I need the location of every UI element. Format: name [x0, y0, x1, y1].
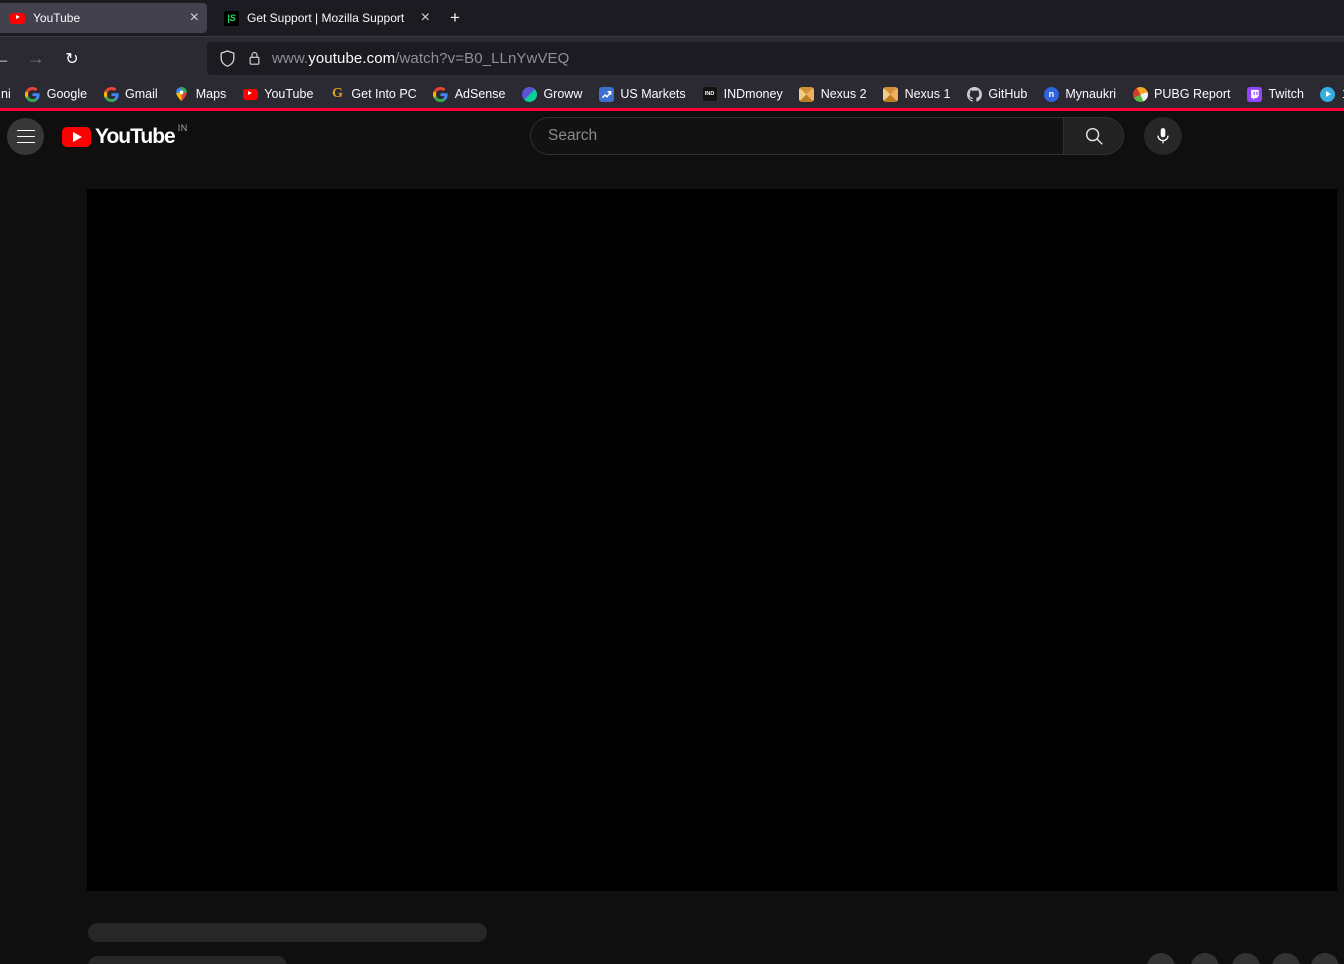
skeleton-action-dot — [1232, 953, 1260, 964]
github-octocat-icon — [966, 86, 982, 102]
bookmark-label: Nexus 2 — [820, 87, 867, 101]
bookmark-label: GitHub — [988, 87, 1028, 101]
bookmark-label: US Markets — [620, 87, 686, 101]
bookmark-label: Google — [46, 87, 88, 101]
tab-mozilla-support[interactable]: |S Get Support | Mozilla Support × — [212, 3, 438, 33]
tab-title: YouTube — [33, 11, 81, 25]
microphone-icon — [1153, 126, 1173, 146]
url-text: www.youtube.com/watch?v=B0_LLnYwVEQ — [272, 50, 569, 67]
url-bar[interactable]: www.youtube.com/watch?v=B0_LLnYwVEQ — [207, 42, 1344, 75]
bookmark-label: Gmail — [125, 87, 158, 101]
bookmark-item-mynaukri[interactable]: n Mynaukri — [1035, 82, 1124, 106]
bookmark-label: Nexus 1 — [904, 87, 951, 101]
adsense-icon — [433, 86, 449, 102]
pinwheel-icon — [799, 86, 815, 102]
play-circle-icon — [1320, 86, 1336, 102]
bookmark-item-1tamilmv[interactable]: 1TamilMV — [1312, 82, 1344, 106]
close-icon[interactable]: × — [421, 10, 430, 26]
bookmark-label: PUBG Report — [1154, 87, 1231, 101]
bookmark-item-gmail[interactable]: Gmail — [95, 82, 166, 106]
bookmark-item-nexus-2[interactable]: Nexus 2 — [791, 82, 875, 106]
youtube-logo[interactable]: YouTube IN — [62, 123, 188, 150]
search-input[interactable] — [530, 117, 1064, 155]
twitch-glitch-icon — [1246, 86, 1262, 102]
back-button[interactable]: ← — [0, 37, 18, 80]
chart-arrow-icon — [598, 86, 614, 102]
bookmark-item-groww[interactable]: Groww — [513, 82, 590, 106]
maps-pin-icon — [174, 86, 190, 102]
guide-menu-button[interactable] — [7, 118, 44, 155]
bookmark-item-us-markets[interactable]: US Markets — [590, 82, 693, 106]
google-g-icon — [25, 86, 41, 102]
lock-icon[interactable] — [247, 50, 262, 67]
browser-window: YouTube × |S Get Support | Mozilla Suppo… — [0, 0, 1344, 964]
new-tab-button[interactable]: + — [444, 7, 466, 29]
bookmark-label: AdSense — [454, 87, 506, 101]
tab-bar: YouTube × |S Get Support | Mozilla Suppo… — [0, 0, 1344, 36]
bookmark-label: INDmoney — [723, 87, 783, 101]
search-form — [530, 117, 1124, 155]
hamburger-icon — [16, 129, 35, 132]
hamburger-icon — [16, 141, 35, 144]
url-path: /watch?v=B0_LLnYwVEQ — [395, 50, 570, 67]
video-player[interactable] — [87, 189, 1337, 891]
bookmark-item-clipped[interactable]: ni — [0, 82, 17, 106]
skeleton-action-dot — [1311, 953, 1339, 964]
skeleton-action-dot — [1272, 953, 1300, 964]
url-www: www. — [272, 50, 309, 67]
youtube-play-icon — [242, 86, 258, 102]
indmoney-icon: IND — [701, 86, 718, 102]
naukri-icon: n — [1043, 86, 1059, 102]
bookmark-item-indmoney[interactable]: IND INDmoney — [694, 82, 791, 106]
tab-title: Get Support | Mozilla Support — [247, 11, 405, 25]
pubg-icon — [1132, 86, 1148, 102]
bookmark-item-github[interactable]: GitHub — [958, 82, 1035, 106]
youtube-play-badge-icon — [62, 127, 91, 147]
search-button[interactable] — [1064, 117, 1124, 155]
skeleton-channel-placeholder — [88, 956, 287, 964]
search-icon — [1083, 125, 1105, 147]
youtube-wordmark: YouTube — [95, 125, 176, 148]
bookmark-item-pubg-report[interactable]: PUBG Report — [1124, 82, 1238, 106]
hamburger-icon — [16, 135, 35, 138]
close-icon[interactable]: × — [190, 10, 199, 26]
skeleton-action-dot — [1147, 953, 1175, 964]
bookmark-item-google[interactable]: Google — [17, 82, 95, 106]
pinwheel-icon — [883, 86, 899, 102]
page-loading-progress-bar — [0, 108, 1344, 111]
bookmarks-bar: ni Google Gmail Maps YouTube G Get Into … — [0, 80, 1344, 108]
mozilla-support-favicon-icon: |S — [224, 10, 239, 26]
skeleton-action-dot — [1191, 953, 1219, 964]
bookmark-item-youtube[interactable]: YouTube — [234, 82, 321, 106]
url-domain: youtube.com — [308, 50, 396, 67]
tracking-shield-icon[interactable] — [218, 49, 237, 68]
bookmark-item-adsense[interactable]: AdSense — [425, 82, 514, 106]
bookmark-item-get-into-pc[interactable]: G Get Into PC — [321, 82, 424, 106]
skeleton-title-placeholder — [88, 923, 487, 942]
bookmark-label: ni — [1, 87, 11, 101]
bookmark-label: Get Into PC — [351, 87, 417, 101]
bookmark-label: Mynaukri — [1065, 87, 1117, 101]
bookmark-item-maps[interactable]: Maps — [166, 82, 235, 106]
bookmark-item-twitch[interactable]: Twitch — [1238, 82, 1311, 106]
voice-search-button[interactable] — [1144, 117, 1182, 155]
region-badge: IN — [177, 123, 188, 133]
bookmark-label: Maps — [195, 87, 227, 101]
bookmark-label: YouTube — [264, 87, 314, 101]
gold-g-icon: G — [331, 86, 343, 101]
tab-youtube[interactable]: YouTube × — [0, 3, 207, 33]
groww-icon — [521, 86, 537, 102]
bookmark-item-nexus-1[interactable]: Nexus 1 — [875, 82, 959, 106]
google-g-icon — [103, 86, 119, 102]
bookmark-label: Groww — [543, 87, 583, 101]
forward-button[interactable]: → — [20, 37, 52, 80]
reload-button[interactable]: ↻ — [56, 37, 88, 80]
youtube-favicon-icon — [10, 12, 25, 24]
bookmark-label: Twitch — [1268, 87, 1304, 101]
navigation-toolbar: ← → ↻ www.youtube.com/watch?v=B0_LLnYwVE… — [0, 36, 1344, 80]
